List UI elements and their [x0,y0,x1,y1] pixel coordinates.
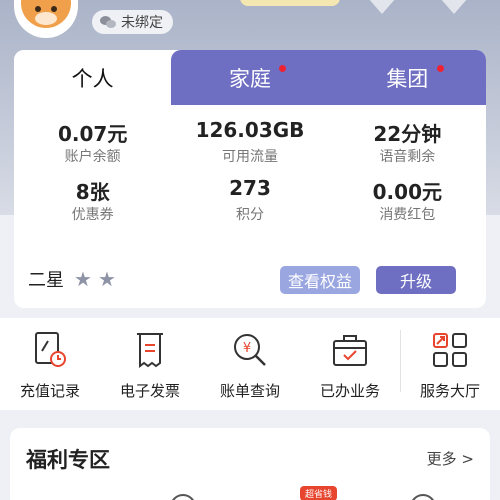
stat-voice[interactable]: 22分钟 语音剩余 [329,118,486,166]
stat-value: 0.00元 [372,180,442,204]
stat-value: 126.03GB [195,118,305,142]
stat-value: 0.07元 [57,122,128,146]
tab-label: 个人 [71,66,114,91]
bind-status-badge[interactable]: 未绑定 [92,10,173,34]
svg-text:¥: ¥ [243,341,251,356]
account-card: 个人 家庭 集团 0.07元 账户余额 126.03GB 可用流量 22分钟 语… [14,50,486,308]
bear-avatar-icon [21,0,71,28]
welfare-title: 福利专区 [26,448,110,472]
stat-data[interactable]: 126.03GB 可用流量 [171,118,328,166]
tab-label: 家庭 [228,66,271,91]
account-tabs: 个人 家庭 集团 [14,50,486,105]
notification-dot [436,65,444,72]
stat-label: 积分 [235,207,264,223]
stat-coupons[interactable]: 8张 优惠券 [14,176,171,224]
service-shortcuts: 充值记录 电子发票 ¥ 账单查询 已办业务 服务大厅 [0,318,500,410]
welfare-item-icon[interactable] [170,494,196,500]
stat-value: 273 [229,176,271,200]
bind-status-text: 未绑定 [121,15,163,31]
service-label: 充值记录 [19,382,80,400]
stat-label: 账户余额 [64,149,121,165]
service-hall-icon [430,330,470,370]
service-bill-query[interactable]: ¥ 账单查询 [200,318,300,410]
welfare-item-icon[interactable] [410,494,436,500]
invoice-icon [130,330,170,370]
tab-personal[interactable]: 个人 [14,50,172,105]
stat-balance[interactable]: 0.07元 账户余额 [14,118,171,166]
stat-red-packet[interactable]: 0.00元 消费红包 [329,176,486,224]
stat-label: 可用流量 [221,149,278,165]
decorative-star-icon [368,0,396,14]
stat-value: 8张 [75,180,110,204]
service-label: 账单查询 [219,382,280,400]
service-label: 已办业务 [319,382,380,400]
tab-group[interactable]: 集团 [328,50,486,105]
stat-label: 语音剩余 [379,149,436,165]
promo-tag: 超省钱 [300,486,338,500]
stats-grid: 0.07元 账户余额 126.03GB 可用流量 22分钟 语音剩余 8张 优惠… [14,105,486,224]
star-icon: ★ [74,267,92,291]
stat-label: 消费红包 [379,207,436,223]
service-hall[interactable]: 服务大厅 [400,318,500,410]
service-invoice[interactable]: 电子发票 [100,318,200,410]
handled-business-icon [330,330,370,370]
coin-decoration [240,0,340,6]
service-label: 服务大厅 [419,382,480,400]
wechat-icon [100,15,116,29]
tab-family[interactable]: 家庭 [171,50,329,105]
welfare-section: 福利专区 更多 > 超省钱 [10,428,490,500]
upgrade-button[interactable]: 升级 [376,266,456,294]
stat-value: 22分钟 [373,122,442,146]
recharge-record-icon [30,330,70,370]
stat-points[interactable]: 273 积分 [171,176,328,224]
member-level: 二星 [28,270,64,291]
bill-query-icon: ¥ [230,330,270,370]
service-label: 电子发票 [119,382,180,400]
decorative-star-icon [440,0,468,14]
view-rights-button[interactable]: 查看权益 [280,266,360,294]
service-recharge-record[interactable]: 充值记录 [0,318,100,410]
service-handled-business[interactable]: 已办业务 [300,318,400,410]
more-link[interactable]: 更多 > [427,448,474,469]
tab-label: 集团 [386,66,429,91]
divider [400,330,401,392]
member-level-row: 二星 ★ ★ 查看权益 升级 [14,260,486,298]
stat-label: 优惠券 [71,207,114,223]
notification-dot [279,65,287,72]
star-icon: ★ [97,267,116,291]
